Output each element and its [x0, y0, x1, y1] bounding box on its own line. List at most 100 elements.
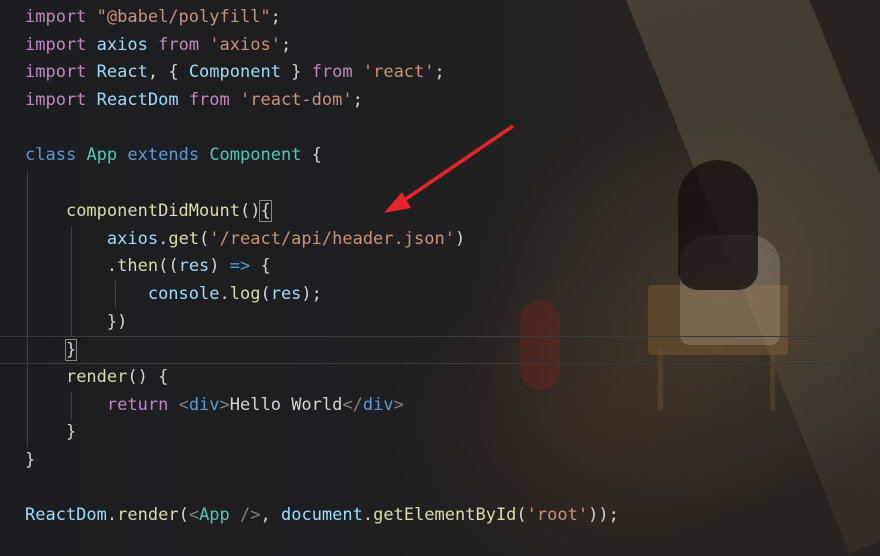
code-line[interactable]	[0, 115, 880, 143]
code-token: ));	[588, 505, 619, 526]
code-editor[interactable]: import "@babel/polyfill"; import axios fr…	[0, 0, 880, 530]
code-token: ;	[270, 7, 281, 27]
code-token: document	[280, 505, 363, 526]
code-token: );	[301, 283, 322, 304]
code-token: App	[199, 505, 230, 526]
code-token: .	[106, 505, 118, 526]
code-token: (	[199, 228, 210, 249]
code-token: , {	[147, 62, 189, 83]
code-token: ;	[280, 34, 292, 55]
code-line[interactable]: import ReactDom from 'react-dom';	[0, 87, 880, 115]
indent-guide	[27, 197, 28, 226]
code-token: extends	[127, 145, 200, 166]
code-line[interactable]: }	[0, 447, 880, 475]
code-token: >	[219, 394, 230, 415]
code-token: >	[393, 394, 404, 415]
code-token: 'react-dom'	[240, 90, 353, 111]
code-line[interactable]	[0, 475, 880, 503]
code-line[interactable]: class App extends Component {	[0, 142, 880, 170]
code-line[interactable]: import axios from 'axios';	[0, 32, 880, 60]
code-token: get	[168, 228, 200, 249]
code-line[interactable]: }	[0, 419, 880, 447]
code-line[interactable]: axios.get('/react/api/header.json')	[0, 225, 880, 254]
code-token: res	[178, 256, 210, 277]
code-token: div	[362, 394, 394, 415]
code-line[interactable]: import React, { Component } from 'react'…	[0, 59, 880, 87]
code-line[interactable]	[0, 170, 880, 198]
code-token: console	[147, 283, 220, 304]
code-token: res	[270, 283, 302, 304]
code-token: <	[178, 394, 189, 415]
code-token: .	[158, 228, 169, 249]
code-token: ;	[434, 62, 445, 83]
indent-guide	[71, 308, 72, 337]
indent-guide	[27, 391, 28, 420]
code-token: log	[229, 283, 261, 304]
code-token: </	[342, 394, 363, 415]
code-token: div	[188, 394, 220, 415]
code-token: }	[280, 62, 312, 83]
code-token: ReactDom	[25, 505, 107, 526]
code-token: {	[301, 145, 322, 166]
code-line[interactable]: componentDidMount(){	[0, 197, 880, 226]
code-token: axios	[96, 34, 148, 55]
code-token: ((	[158, 256, 179, 277]
code-token: Component	[209, 145, 302, 166]
code-token: React	[96, 62, 148, 83]
indent-guide	[115, 280, 116, 309]
code-token: />	[229, 505, 261, 526]
code-line[interactable]: }	[0, 336, 880, 364]
matched-bracket: {	[259, 199, 272, 222]
code-token: .	[362, 505, 374, 526]
code-token: )	[209, 256, 230, 277]
code-token: getElementById	[373, 505, 517, 526]
code-token: from	[158, 34, 200, 55]
code-token: axios	[106, 228, 159, 249]
indent-guide	[27, 337, 28, 363]
code-token: App	[86, 145, 118, 166]
indent-guide	[27, 280, 28, 309]
code-token: ReactDom	[96, 90, 179, 111]
code-line[interactable]: .then((res) => {	[0, 253, 880, 281]
indent-guide	[27, 253, 28, 281]
code-line[interactable]: console.log(res);	[0, 280, 880, 309]
indent-guide	[27, 419, 28, 447]
code-token: .	[219, 283, 230, 304]
code-token: .	[106, 256, 118, 277]
code-token: =>	[229, 256, 251, 277]
code-token: )	[454, 228, 466, 249]
code-token: ()	[239, 200, 261, 221]
code-token: class	[25, 145, 77, 166]
matched-bracket: }	[64, 339, 78, 362]
code-token: '/react/api/header.json'	[209, 228, 455, 249]
code-line[interactable]: return <div>Hello World</div>	[0, 391, 880, 420]
code-token: render	[65, 366, 128, 387]
code-token: (	[260, 283, 271, 304]
code-line[interactable]: import "@babel/polyfill";	[0, 4, 880, 32]
code-line[interactable]: render() {	[0, 363, 880, 392]
code-token: import	[25, 62, 87, 83]
code-token: import	[25, 7, 87, 27]
code-token: Component	[188, 62, 281, 83]
indent-guide	[71, 253, 72, 281]
code-token: import	[25, 34, 87, 55]
code-token: "@babel/polyfill"	[96, 7, 271, 27]
code-line[interactable]: })	[0, 308, 880, 337]
code-line[interactable]: ReactDom.render(<App />, document.getEle…	[0, 502, 880, 530]
code-token: render	[117, 505, 179, 526]
